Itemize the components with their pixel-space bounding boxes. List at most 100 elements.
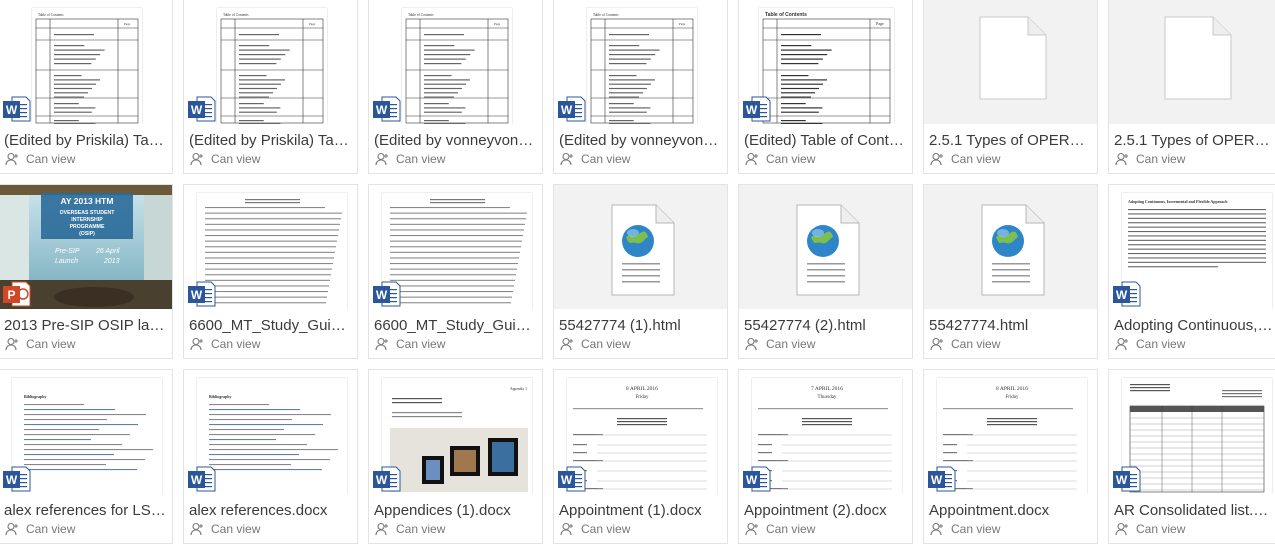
globe-icon <box>976 203 1048 302</box>
file-tile[interactable]: Table of Contents Page W (Edited by vonneyv… <box>368 0 543 174</box>
word-file-icon: W <box>1112 464 1142 494</box>
file-name[interactable]: 2013 Pre-SIP OSIP launch.pptx <box>4 317 166 335</box>
file-tile[interactable]: W 6600_MT_Study_Guide (1).docx Can view <box>368 184 543 359</box>
file-name[interactable]: 2.5.1 Types of OPERA Reports (1).docx <box>1114 132 1275 150</box>
svg-text:Table of Contents: Table of Contents <box>223 13 249 17</box>
globe-icon <box>791 203 863 302</box>
svg-text:Table of Contents: Table of Contents <box>408 13 434 17</box>
file-name[interactable]: alex references.docx <box>189 502 351 520</box>
file-tile[interactable]: 8 APRIL 2016 Friday W Appointment (1).docx C… <box>553 369 728 544</box>
file-tile[interactable]: Table of Contents Page W (Edited by vonneyv… <box>553 0 728 174</box>
file-tile[interactable]: W 6600_MT_Study_Guide.docx Can view <box>183 184 358 359</box>
document-preview: Table of Contents Page <box>402 8 512 124</box>
file-name[interactable]: alex references for LSO.docx <box>4 502 166 520</box>
person-icon <box>745 522 759 536</box>
svg-text:W: W <box>376 473 388 487</box>
permission-label: Can view <box>581 337 631 351</box>
word-file-icon: W <box>2 464 32 494</box>
file-name[interactable]: Adopting Continuous, Incremental and Fle… <box>1114 317 1275 335</box>
svg-text:PROGRAMME: PROGRAMME <box>70 224 105 230</box>
file-tile[interactable]: Bibliography Walex references.docx Can vie… <box>183 369 358 544</box>
person-icon <box>375 337 389 351</box>
file-tile[interactable]: AY 2013 HTM OVERSEAS STUDENT INTERNSHIP PRO… <box>0 184 173 359</box>
document-preview <box>197 193 347 309</box>
file-tile[interactable]: 7 APRIL 2016 Thursday W Appointment (2).doc… <box>738 369 913 544</box>
file-tile[interactable]: Appendix 1 W Appendices (1).docx Can view <box>368 369 543 544</box>
file-thumbnail[interactable] <box>924 0 1097 124</box>
svg-text:W: W <box>376 288 388 302</box>
file-tile[interactable]: Adopting Continuous, Incremental and Fle… <box>1108 184 1275 359</box>
svg-text:INTERNSHIP: INTERNSHIP <box>71 217 103 223</box>
sharing-permission: Can view <box>1115 152 1185 166</box>
file-tile[interactable]: 55427774 (1).html Can view <box>553 184 728 359</box>
file-tile[interactable]: Table of Contents Page W (Edited) Table of … <box>738 0 913 174</box>
sharing-permission: Can view <box>190 337 260 351</box>
person-icon <box>375 522 389 536</box>
permission-label: Can view <box>26 522 76 536</box>
file-name[interactable]: 55427774 (1).html <box>559 317 721 335</box>
svg-text:Page: Page <box>124 22 131 26</box>
file-name[interactable]: (Edited) Table of Contents.docx <box>744 132 906 150</box>
person-icon <box>930 337 944 351</box>
file-name[interactable]: AR Consolidated list.docx <box>1114 502 1275 520</box>
document-preview: 8 APRIL 2016 Friday <box>567 378 717 494</box>
person-icon <box>5 152 19 166</box>
file-name[interactable]: Appointment (1).docx <box>559 502 721 520</box>
document-preview: Table of Contents Page <box>217 8 327 124</box>
svg-text:W: W <box>931 473 943 487</box>
sharing-permission: Can view <box>375 337 445 351</box>
person-icon <box>560 337 574 351</box>
svg-text:W: W <box>376 103 388 117</box>
sharing-permission: Can view <box>745 337 815 351</box>
svg-text:Page: Page <box>876 21 884 26</box>
permission-label: Can view <box>211 522 261 536</box>
file-name[interactable]: 6600_MT_Study_Guide.docx <box>189 317 351 335</box>
file-tile[interactable]: Bibliography Walex references for LSO.doc… <box>0 369 173 544</box>
file-thumbnail[interactable] <box>739 185 912 309</box>
file-name[interactable]: Appointment (2).docx <box>744 502 906 520</box>
file-name[interactable]: Appendices (1).docx <box>374 502 536 520</box>
permission-label: Can view <box>951 522 1001 536</box>
file-tile[interactable]: Table of Contents Page W (Edited by Priskil… <box>183 0 358 174</box>
file-thumbnail[interactable] <box>554 185 727 309</box>
svg-text:W: W <box>191 288 203 302</box>
permission-label: Can view <box>26 337 76 351</box>
word-file-icon: W <box>742 464 772 494</box>
globe-icon <box>606 203 678 302</box>
file-tile[interactable]: 55427774.html Can view <box>923 184 1098 359</box>
sharing-permission: Can view <box>930 337 1000 351</box>
file-tile[interactable]: W AR Consolidated list.docx Can view <box>1108 369 1275 544</box>
file-name[interactable]: 55427774.html <box>929 317 1091 335</box>
file-name[interactable]: (Edited by Priskila) Table of Contents.d… <box>4 132 166 150</box>
file-name[interactable]: (Edited by vonneyvonne) Table of Content… <box>374 132 536 150</box>
svg-text:Adopting Continuous, Increment: Adopting Continuous, Incremental and Fle… <box>1128 199 1228 204</box>
document-preview: Adopting Continuous, Incremental and Fle… <box>1122 193 1272 309</box>
word-file-icon: W <box>742 94 772 124</box>
file-thumbnail[interactable] <box>924 185 1097 309</box>
file-tile[interactable]: Table of Contents Page W (Edited by Priskil… <box>0 0 173 174</box>
file-tile[interactable]: 8 APRIL 2016 Friday W Appointment.docx Can v… <box>923 369 1098 544</box>
file-name[interactable]: (Edited by Priskila) Table of Contents (… <box>189 132 351 150</box>
file-tile[interactable]: 2.5.1 Types of OPERA Reports.docx Can vie… <box>923 0 1098 174</box>
sharing-permission: Can view <box>1115 337 1185 351</box>
svg-text:8 APRIL 2016: 8 APRIL 2016 <box>996 386 1028 392</box>
sharing-permission: Can view <box>190 522 260 536</box>
document-preview: Table of Contents Page <box>759 8 894 124</box>
person-icon <box>560 152 574 166</box>
file-name[interactable]: (Edited by vonneyvonne) Table of Content… <box>559 132 721 150</box>
file-name[interactable]: 2.5.1 Types of OPERA Reports.docx <box>929 132 1091 150</box>
blank-document-icon <box>1164 16 1232 105</box>
person-icon <box>930 522 944 536</box>
file-thumbnail[interactable] <box>1109 0 1275 124</box>
person-icon <box>930 152 944 166</box>
svg-text:OVERSEAS STUDENT: OVERSEAS STUDENT <box>60 210 116 216</box>
file-name[interactable]: 6600_MT_Study_Guide (1).docx <box>374 317 536 335</box>
file-tile[interactable]: 55427774 (2).html Can view <box>738 184 913 359</box>
file-name[interactable]: Appointment.docx <box>929 502 1091 520</box>
file-tile[interactable]: 2.5.1 Types of OPERA Reports (1).docx Can… <box>1108 0 1275 174</box>
person-icon <box>1115 522 1129 536</box>
file-name[interactable]: 55427774 (2).html <box>744 317 906 335</box>
permission-label: Can view <box>211 152 261 166</box>
svg-text:Appendix 1: Appendix 1 <box>510 387 527 391</box>
person-icon <box>560 522 574 536</box>
